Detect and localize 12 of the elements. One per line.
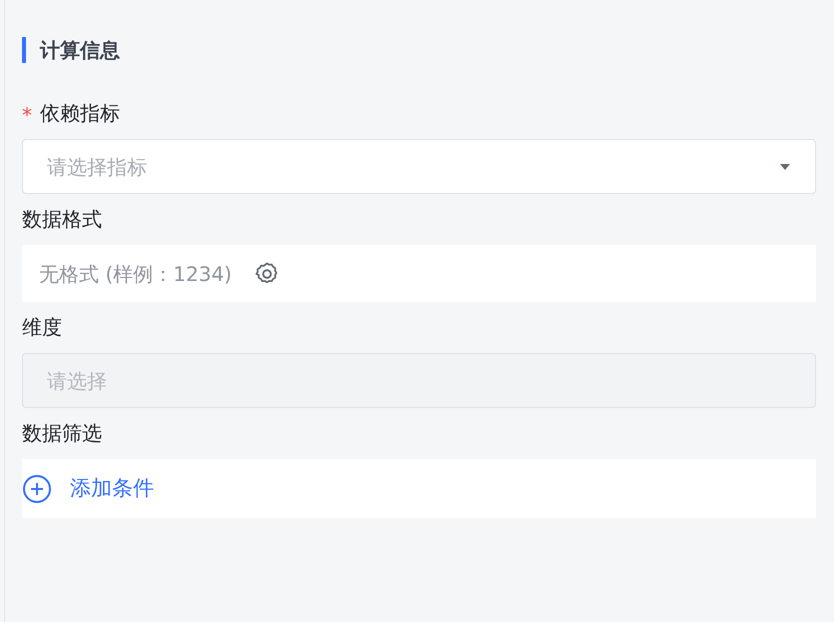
- section-accent-bar: [22, 37, 26, 63]
- field-label: 数据筛选: [22, 420, 102, 447]
- caret-icon: [779, 162, 791, 170]
- select-field[interactable]: 请选择指标: [22, 139, 816, 194]
- add-condition-button[interactable]: 添加条件: [22, 459, 154, 518]
- section-title: 计算信息: [40, 37, 120, 64]
- field-label: 依赖指标: [40, 100, 120, 127]
- field-label: 维度: [22, 314, 62, 341]
- add-circle-icon: [22, 474, 52, 504]
- field-label: 数据格式: [22, 206, 102, 233]
- format-value: 无格式 (样例：1234): [39, 260, 232, 288]
- required-mark: *: [22, 105, 32, 125]
